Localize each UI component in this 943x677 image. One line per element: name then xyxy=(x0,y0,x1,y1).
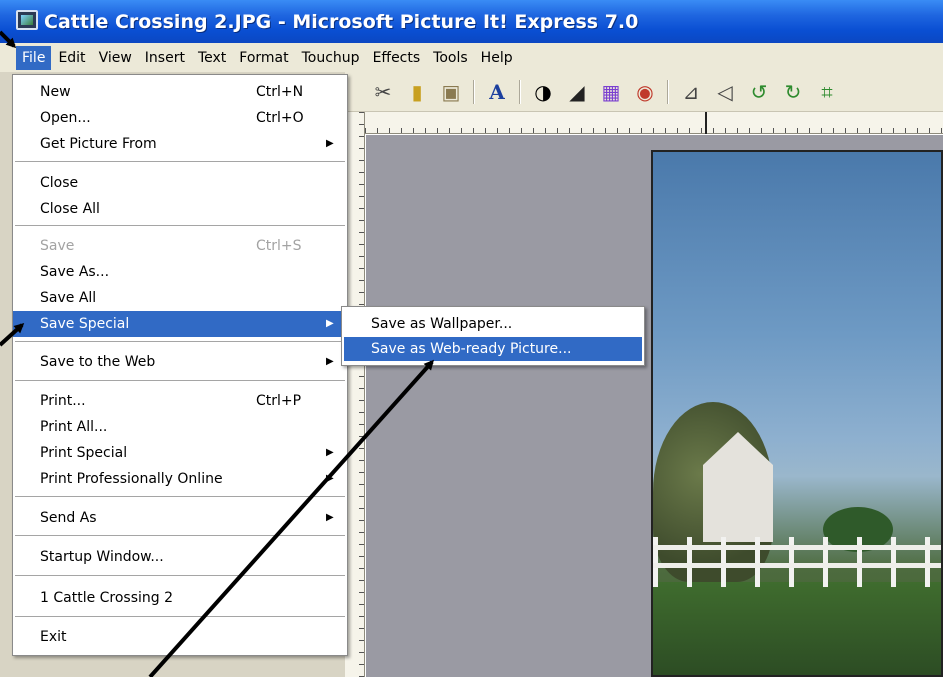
file-menu-save-all[interactable]: Save All xyxy=(13,285,347,311)
file-menu-exit[interactable]: Exit xyxy=(13,624,347,650)
menu-help[interactable]: Help xyxy=(475,46,519,70)
file-menu-save: Save Ctrl+S xyxy=(13,233,347,259)
menu-file[interactable]: File xyxy=(16,45,52,70)
color-icon[interactable]: ▦ xyxy=(599,80,623,104)
menu-item-label: Save to the Web xyxy=(40,354,156,370)
toolbar: ✂ ▮ ▣ A ◑ ◢ ▦ ◉ ⊿ ◁ ↺ ↻ ⌗ xyxy=(345,72,943,112)
menu-item-label: Get Picture From xyxy=(40,136,157,152)
file-menu: New Ctrl+N Open... Ctrl+O Get Picture Fr… xyxy=(12,74,348,656)
file-menu-send-as[interactable]: Send As ▶ xyxy=(13,505,347,531)
menu-separator xyxy=(15,575,345,577)
ruler-position-marker xyxy=(705,112,707,134)
menu-edit[interactable]: Edit xyxy=(52,46,91,70)
rotate-right-icon[interactable]: ↻ xyxy=(781,80,805,104)
menu-item-label: 1 Cattle Crossing 2 xyxy=(40,590,174,606)
menu-item-label: Close All xyxy=(40,201,100,217)
menu-item-label: Print All... xyxy=(40,419,108,435)
contrast-icon[interactable]: ◑ xyxy=(531,80,555,104)
menu-text[interactable]: Text xyxy=(192,46,232,70)
file-menu-recent-file[interactable]: 1 Cattle Crossing 2 xyxy=(13,585,347,611)
menu-item-shortcut: Ctrl+O xyxy=(256,110,304,126)
file-menu-print-all[interactable]: Print All... xyxy=(13,414,347,440)
text-icon[interactable]: A xyxy=(485,80,509,104)
fence-rail xyxy=(653,563,941,568)
title-bar: Cattle Crossing 2.JPG - Microsoft Pictur… xyxy=(0,0,943,43)
photo-fence xyxy=(653,537,941,587)
horizontal-ruler xyxy=(365,112,943,134)
file-menu-print-professionally[interactable]: Print Professionally Online ▶ xyxy=(13,466,347,492)
menu-item-label: Send As xyxy=(40,510,97,526)
menu-item-label: Print... xyxy=(40,393,86,409)
file-menu-print-special[interactable]: Print Special ▶ xyxy=(13,440,347,466)
menu-item-label: Print Professionally Online xyxy=(40,471,223,487)
app-icon xyxy=(16,10,38,30)
menu-effects[interactable]: Effects xyxy=(367,46,427,70)
file-menu-startup-window[interactable]: Startup Window... xyxy=(13,544,347,570)
copy-icon[interactable]: ▮ xyxy=(405,80,429,104)
file-menu-close[interactable]: Close xyxy=(13,170,347,196)
toolbar-separator xyxy=(667,79,669,104)
menu-item-label: Open... xyxy=(40,110,91,126)
submenu-arrow-icon: ▶ xyxy=(326,138,334,149)
brightness-icon[interactable]: ◢ xyxy=(565,80,589,104)
menu-insert[interactable]: Insert xyxy=(139,46,191,70)
menu-separator xyxy=(15,380,345,382)
crop-icon[interactable]: ⌗ xyxy=(815,80,839,104)
menu-item-label: Exit xyxy=(40,629,67,645)
menu-separator xyxy=(15,535,345,537)
menu-separator xyxy=(15,616,345,618)
photo-preview[interactable] xyxy=(651,150,943,677)
rotate-left-icon[interactable]: ↺ xyxy=(747,80,771,104)
vertical-ruler xyxy=(345,112,365,677)
file-menu-close-all[interactable]: Close All xyxy=(13,196,347,222)
cut-icon[interactable]: ✂ xyxy=(371,80,395,104)
menu-item-label: New xyxy=(40,84,71,100)
menu-item-label: Save All xyxy=(40,290,97,306)
submenu-arrow-icon: ▶ xyxy=(326,512,334,523)
submenu-save-as-web-ready[interactable]: Save as Web-ready Picture... xyxy=(344,337,642,361)
fence-rail xyxy=(653,545,941,550)
menu-bar: File Edit View Insert Text Format Touchu… xyxy=(0,43,943,72)
menu-item-shortcut: Ctrl+N xyxy=(256,84,304,100)
file-menu-print[interactable]: Print... Ctrl+P xyxy=(13,388,347,414)
menu-separator xyxy=(15,161,345,163)
menu-item-label: Save xyxy=(40,238,75,254)
menu-item-label: Print Special xyxy=(40,445,128,461)
file-menu-get-picture-from[interactable]: Get Picture From ▶ xyxy=(13,131,347,157)
rotate-icon[interactable]: ◁ xyxy=(713,80,737,104)
menu-item-shortcut: Ctrl+P xyxy=(256,393,302,409)
menu-separator xyxy=(15,341,345,343)
file-menu-new[interactable]: New Ctrl+N xyxy=(13,79,347,105)
submenu-arrow-icon: ▶ xyxy=(326,318,334,329)
submenu-save-as-wallpaper[interactable]: Save as Wallpaper... xyxy=(344,312,642,336)
menu-tools[interactable]: Tools xyxy=(427,46,474,70)
red-eye-icon[interactable]: ◉ xyxy=(633,80,657,104)
photo-grass xyxy=(653,582,941,675)
menu-view[interactable]: View xyxy=(93,46,138,70)
menu-separator xyxy=(15,496,345,498)
menu-separator xyxy=(15,225,345,227)
menu-touchup[interactable]: Touchup xyxy=(296,46,366,70)
toolbar-separator xyxy=(473,79,475,104)
paste-icon[interactable]: ▣ xyxy=(439,80,463,104)
toolbar-separator xyxy=(519,79,521,104)
file-menu-save-special[interactable]: Save Special ▶ xyxy=(13,311,347,337)
save-special-submenu: Save as Wallpaper... Save as Web-ready P… xyxy=(341,306,645,366)
file-menu-open[interactable]: Open... Ctrl+O xyxy=(13,105,347,131)
submenu-arrow-icon: ▶ xyxy=(326,356,334,367)
file-menu-save-to-web[interactable]: Save to the Web ▶ xyxy=(13,349,347,375)
submenu-arrow-icon: ▶ xyxy=(326,447,334,458)
menu-item-shortcut: Ctrl+S xyxy=(256,238,302,254)
window-title: Cattle Crossing 2.JPG - Microsoft Pictur… xyxy=(44,10,639,33)
menu-item-label: Close xyxy=(40,175,79,191)
menu-item-label: Save As... xyxy=(40,264,110,280)
submenu-arrow-icon: ▶ xyxy=(326,473,334,484)
menu-format[interactable]: Format xyxy=(233,46,294,70)
flip-icon[interactable]: ⊿ xyxy=(679,80,703,104)
menu-item-label: Save Special xyxy=(40,316,130,332)
file-menu-save-as[interactable]: Save As... xyxy=(13,259,347,285)
menu-item-label: Startup Window... xyxy=(40,549,164,565)
